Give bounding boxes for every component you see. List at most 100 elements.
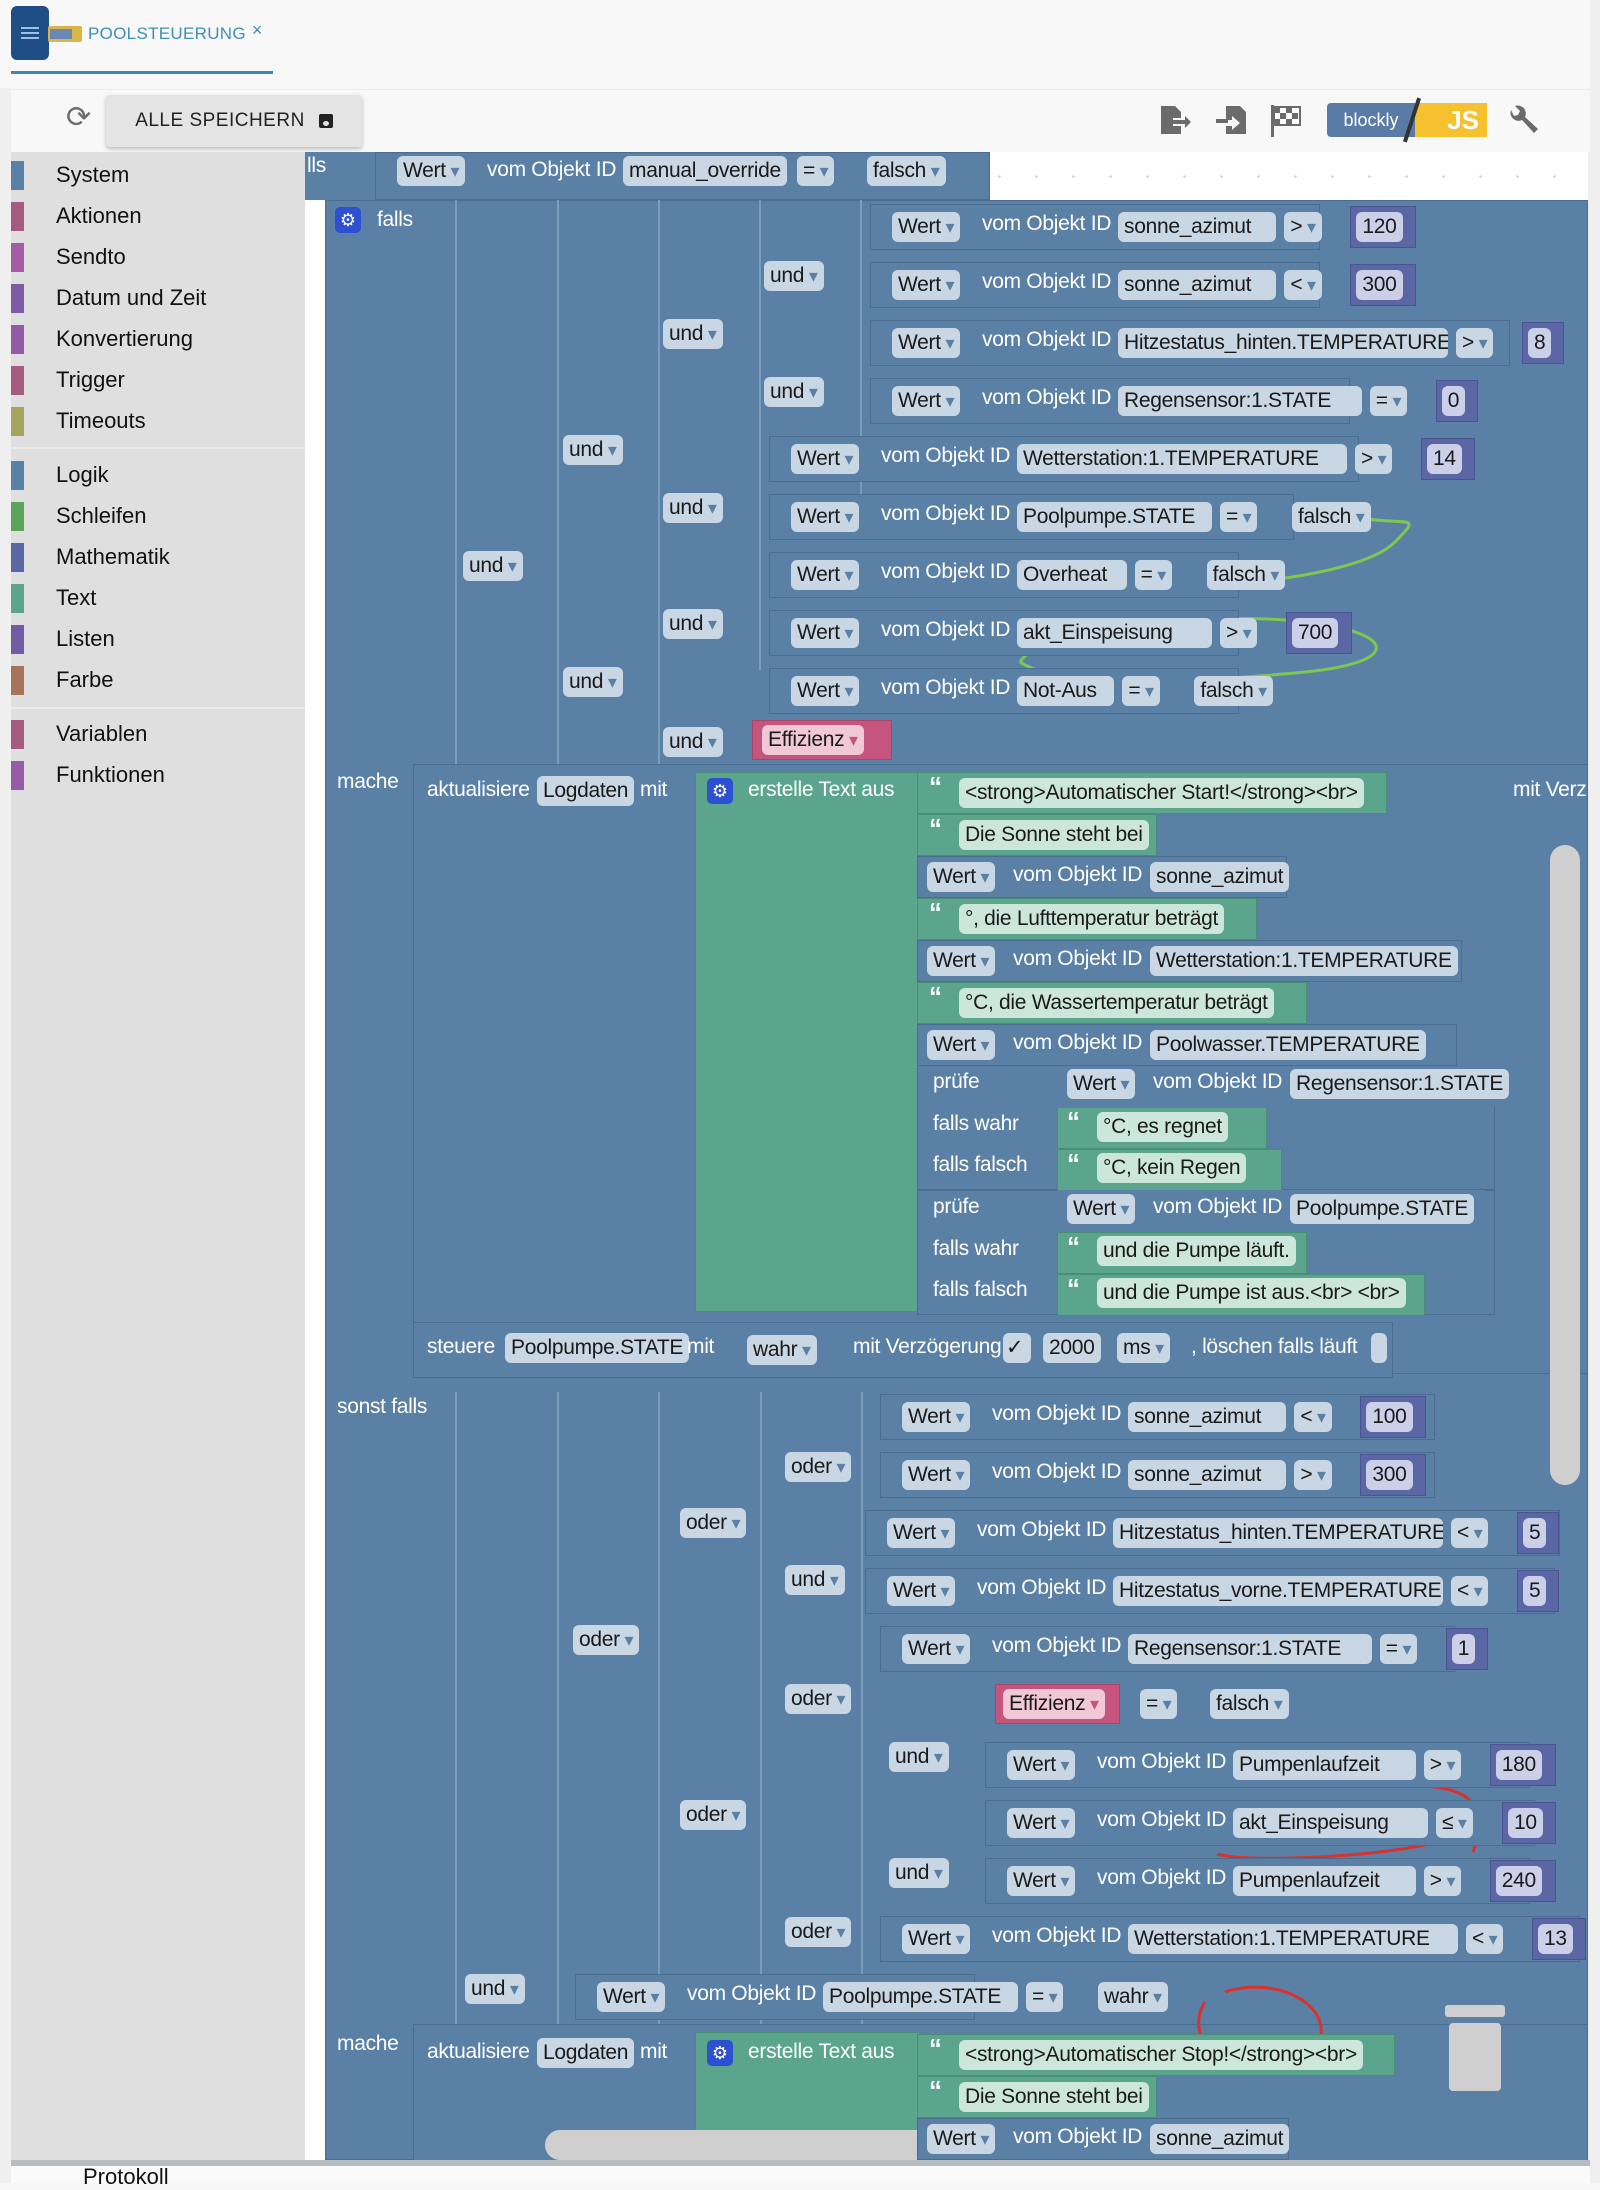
- close-tab-icon[interactable]: ×: [252, 20, 263, 41]
- wert-dropdown[interactable]: Wert: [1007, 1750, 1076, 1780]
- operator-dropdown[interactable]: >: [1456, 328, 1494, 358]
- text-field[interactable]: °C, es regnet: [1097, 1112, 1228, 1142]
- wert-dropdown[interactable]: Wert: [902, 1924, 971, 1954]
- operator-dropdown[interactable]: =: [1379, 1634, 1418, 1664]
- object-id-field[interactable]: Hitzestatus_hinten.TEMPERATURE: [1113, 1518, 1443, 1548]
- hamburger-menu-button[interactable]: [11, 6, 49, 60]
- operator-dropdown[interactable]: >: [1423, 1750, 1462, 1780]
- text-field[interactable]: °, die Lufttemperatur beträgt: [959, 904, 1225, 934]
- operator-dropdown[interactable]: =: [1122, 676, 1160, 706]
- and-or-dropdown[interactable]: und: [663, 609, 723, 639]
- wert-dropdown[interactable]: Wert: [927, 2124, 996, 2154]
- text-field[interactable]: Die Sonne steht bei: [959, 2082, 1149, 2112]
- boolean-dropdown[interactable]: falsch: [1292, 502, 1371, 532]
- boolean-dropdown[interactable]: wahr: [1098, 1982, 1168, 2012]
- value-dropdown[interactable]: wahr: [747, 1335, 817, 1365]
- number-field[interactable]: 5: [1523, 1576, 1547, 1606]
- object-id-field[interactable]: sonne_azimut: [1118, 270, 1277, 300]
- wert-dropdown[interactable]: Wert: [902, 1634, 971, 1664]
- object-id-field[interactable]: akt_Einspeisung: [1017, 618, 1212, 648]
- number-field[interactable]: 300: [1366, 1460, 1413, 1490]
- and-or-dropdown[interactable]: oder: [680, 1800, 747, 1830]
- and-or-dropdown[interactable]: und: [463, 551, 523, 581]
- object-id-field[interactable]: manual_override: [623, 156, 787, 186]
- object-id-field[interactable]: akt_Einspeisung: [1233, 1808, 1428, 1838]
- wert-dropdown[interactable]: Wert: [892, 212, 961, 242]
- wert-dropdown[interactable]: Wert: [791, 676, 860, 706]
- wert-dropdown[interactable]: Wert: [892, 386, 961, 416]
- text-field[interactable]: °C, die Wassertemperatur beträgt: [959, 988, 1274, 1018]
- number-field[interactable]: 8: [1528, 328, 1552, 358]
- operator-dropdown[interactable]: >: [1220, 618, 1258, 648]
- wert-dropdown[interactable]: Wert: [1007, 1866, 1076, 1896]
- wert-dropdown[interactable]: Wert: [597, 1982, 666, 2012]
- and-or-dropdown[interactable]: oder: [573, 1625, 640, 1655]
- sidebar-item-system[interactable]: System: [11, 159, 305, 191]
- sidebar-item-datum-und-zeit[interactable]: Datum und Zeit: [11, 282, 305, 314]
- number-field[interactable]: 700: [1292, 618, 1339, 648]
- operator-dropdown[interactable]: <: [1451, 1518, 1489, 1548]
- text-field[interactable]: und die Pumpe läuft.: [1097, 1236, 1296, 1266]
- sidebar-item-sendto[interactable]: Sendto: [11, 241, 305, 273]
- wert-dropdown[interactable]: Wert: [902, 1402, 971, 1432]
- object-id-field[interactable]: Poolpumpe.STATE: [1017, 502, 1212, 532]
- and-or-dropdown[interactable]: oder: [785, 1684, 852, 1714]
- logdaten-field[interactable]: Logdaten: [537, 776, 635, 806]
- operator-dropdown[interactable]: =: [1026, 1982, 1064, 2012]
- wert-dropdown[interactable]: Wert: [1007, 1808, 1076, 1838]
- sidebar-item-timeouts[interactable]: Timeouts: [11, 405, 305, 437]
- operator-dropdown[interactable]: <: [1466, 1924, 1504, 1954]
- operator-dropdown[interactable]: =: [1369, 386, 1408, 416]
- and-or-dropdown[interactable]: und: [889, 1742, 949, 1772]
- object-id-field[interactable]: Regensensor:1.STATE: [1290, 1069, 1510, 1099]
- sidebar-item-logik[interactable]: Logik: [11, 459, 305, 491]
- number-field[interactable]: 5: [1523, 1518, 1547, 1548]
- operator-dropdown[interactable]: =: [1140, 1689, 1178, 1719]
- wert-dropdown[interactable]: Wert: [791, 560, 860, 590]
- sidebar-item-trigger[interactable]: Trigger: [11, 364, 305, 396]
- vertical-scrollbar[interactable]: [1550, 845, 1580, 1485]
- and-or-dropdown[interactable]: und: [465, 1974, 525, 2004]
- effizienz-variable-dropdown[interactable]: Effizienz: [1003, 1689, 1105, 1719]
- text-field[interactable]: <strong>Automatischer Stop!</strong><br>: [959, 2040, 1363, 2070]
- number-field[interactable]: 13: [1538, 1924, 1573, 1954]
- save-all-button[interactable]: ALLE SPEICHERN: [106, 95, 362, 147]
- operator-dropdown[interactable]: >: [1423, 1866, 1462, 1896]
- and-or-dropdown[interactable]: oder: [785, 1917, 852, 1947]
- wert-dropdown[interactable]: Wert: [927, 862, 996, 892]
- operator-dropdown[interactable]: <: [1451, 1576, 1489, 1606]
- boolean-dropdown[interactable]: falsch: [1206, 560, 1286, 590]
- and-or-dropdown[interactable]: und: [563, 435, 623, 465]
- object-id-field[interactable]: sonne_azimut: [1128, 1402, 1287, 1432]
- sidebar-item-funktionen[interactable]: Funktionen: [11, 759, 305, 791]
- and-or-dropdown[interactable]: und: [563, 667, 623, 697]
- object-id-field[interactable]: Hitzestatus_hinten.TEMPERATURE: [1118, 328, 1448, 358]
- number-field[interactable]: 120: [1356, 212, 1403, 242]
- and-or-dropdown[interactable]: und: [764, 377, 824, 407]
- wert-dropdown[interactable]: Wert: [892, 270, 961, 300]
- wert-dropdown[interactable]: Wert: [791, 618, 860, 648]
- operator-dropdown[interactable]: <: [1284, 270, 1322, 300]
- blockly-js-toggle[interactable]: blockly JS: [1327, 97, 1487, 143]
- refresh-icon[interactable]: ⟳: [66, 103, 94, 133]
- boolean-dropdown[interactable]: falsch: [1210, 1689, 1289, 1719]
- delay-checkbox[interactable]: ✓: [1003, 1333, 1031, 1363]
- number-field[interactable]: 100: [1366, 1402, 1413, 1432]
- object-id-field[interactable]: Overheat: [1017, 560, 1127, 590]
- boolean-dropdown[interactable]: falsch: [1194, 676, 1273, 706]
- text-join-block[interactable]: [695, 772, 920, 1312]
- number-field[interactable]: 0: [1441, 386, 1466, 416]
- wert-dropdown[interactable]: Wert: [397, 156, 466, 186]
- and-or-dropdown[interactable]: und: [889, 1858, 949, 1888]
- object-id-field[interactable]: Poolpumpe.STATE: [1290, 1194, 1475, 1224]
- operator-dropdown[interactable]: <: [1294, 1402, 1332, 1432]
- wert-dropdown[interactable]: Wert: [927, 946, 996, 976]
- gear-icon[interactable]: ⚙: [707, 778, 733, 804]
- number-field[interactable]: 180: [1495, 1750, 1542, 1780]
- text-field[interactable]: <strong>Automatischer Start!</strong><br…: [959, 778, 1364, 808]
- sidebar-item-aktionen[interactable]: Aktionen: [11, 200, 305, 232]
- object-id-field[interactable]: Wetterstation:1.TEMPERATURE: [1128, 1924, 1458, 1954]
- export-icon[interactable]: [1157, 102, 1193, 138]
- number-field[interactable]: 14: [1427, 444, 1462, 474]
- sidebar-item-schleifen[interactable]: Schleifen: [11, 500, 305, 532]
